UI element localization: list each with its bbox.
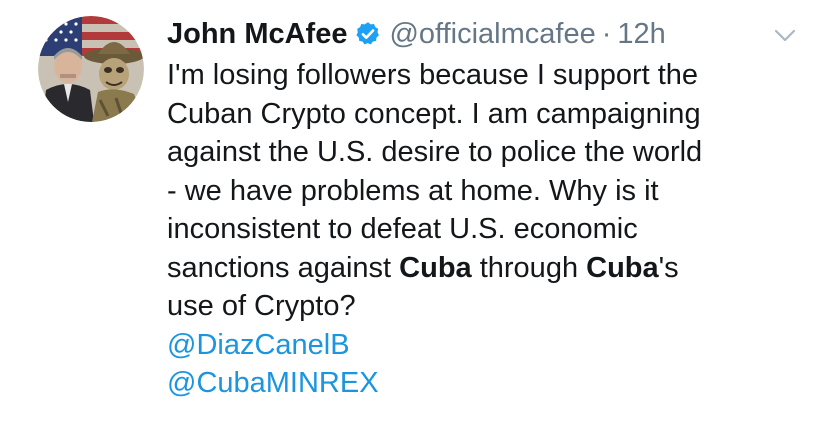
tweet-text: I'm losing followers because I support t…: [167, 56, 807, 403]
avatar[interactable]: [38, 16, 144, 122]
highlight-keyword: Cuba: [586, 251, 659, 284]
tweet-card[interactable]: John McAfee @officialmcafee · 12h I'm lo…: [0, 0, 828, 424]
author-handle[interactable]: @officialmcafee: [389, 16, 595, 52]
tweet-text-line: use of Crypto?: [167, 290, 356, 322]
verified-badge-icon: [356, 22, 380, 45]
text-segment: 's: [658, 251, 679, 284]
text-segment: through: [471, 251, 587, 284]
text-segment: sanctions against: [167, 251, 400, 284]
mention-link[interactable]: @CubaMINREX: [167, 364, 807, 403]
separator-dot: ·: [601, 18, 612, 50]
tweet-text-line: I'm losing followers because I support t…: [167, 59, 699, 91]
tweet-header: John McAfee @officialmcafee · 12h: [167, 16, 666, 52]
chevron-down-icon[interactable]: [772, 22, 798, 48]
timestamp[interactable]: 12h: [617, 16, 665, 52]
avatar-image: [38, 16, 144, 122]
tweet-text-line: against the U.S. desire to police the wo…: [167, 136, 703, 168]
tweet-text-line: Cuban Crypto concept. I am campaigning: [167, 97, 701, 130]
highlight-keyword: Cuba: [399, 251, 472, 284]
mention-link[interactable]: @DiazCanelB: [167, 326, 807, 365]
author-name[interactable]: John McAfee: [167, 16, 347, 52]
tweet-text-line: inconsistent to defeat U.S. economic: [167, 213, 638, 245]
tweet-text-line: sanctions against Cuba through Cuba's: [167, 249, 807, 288]
tweet-text-line: - we have problems at home. Why is it: [167, 174, 659, 207]
